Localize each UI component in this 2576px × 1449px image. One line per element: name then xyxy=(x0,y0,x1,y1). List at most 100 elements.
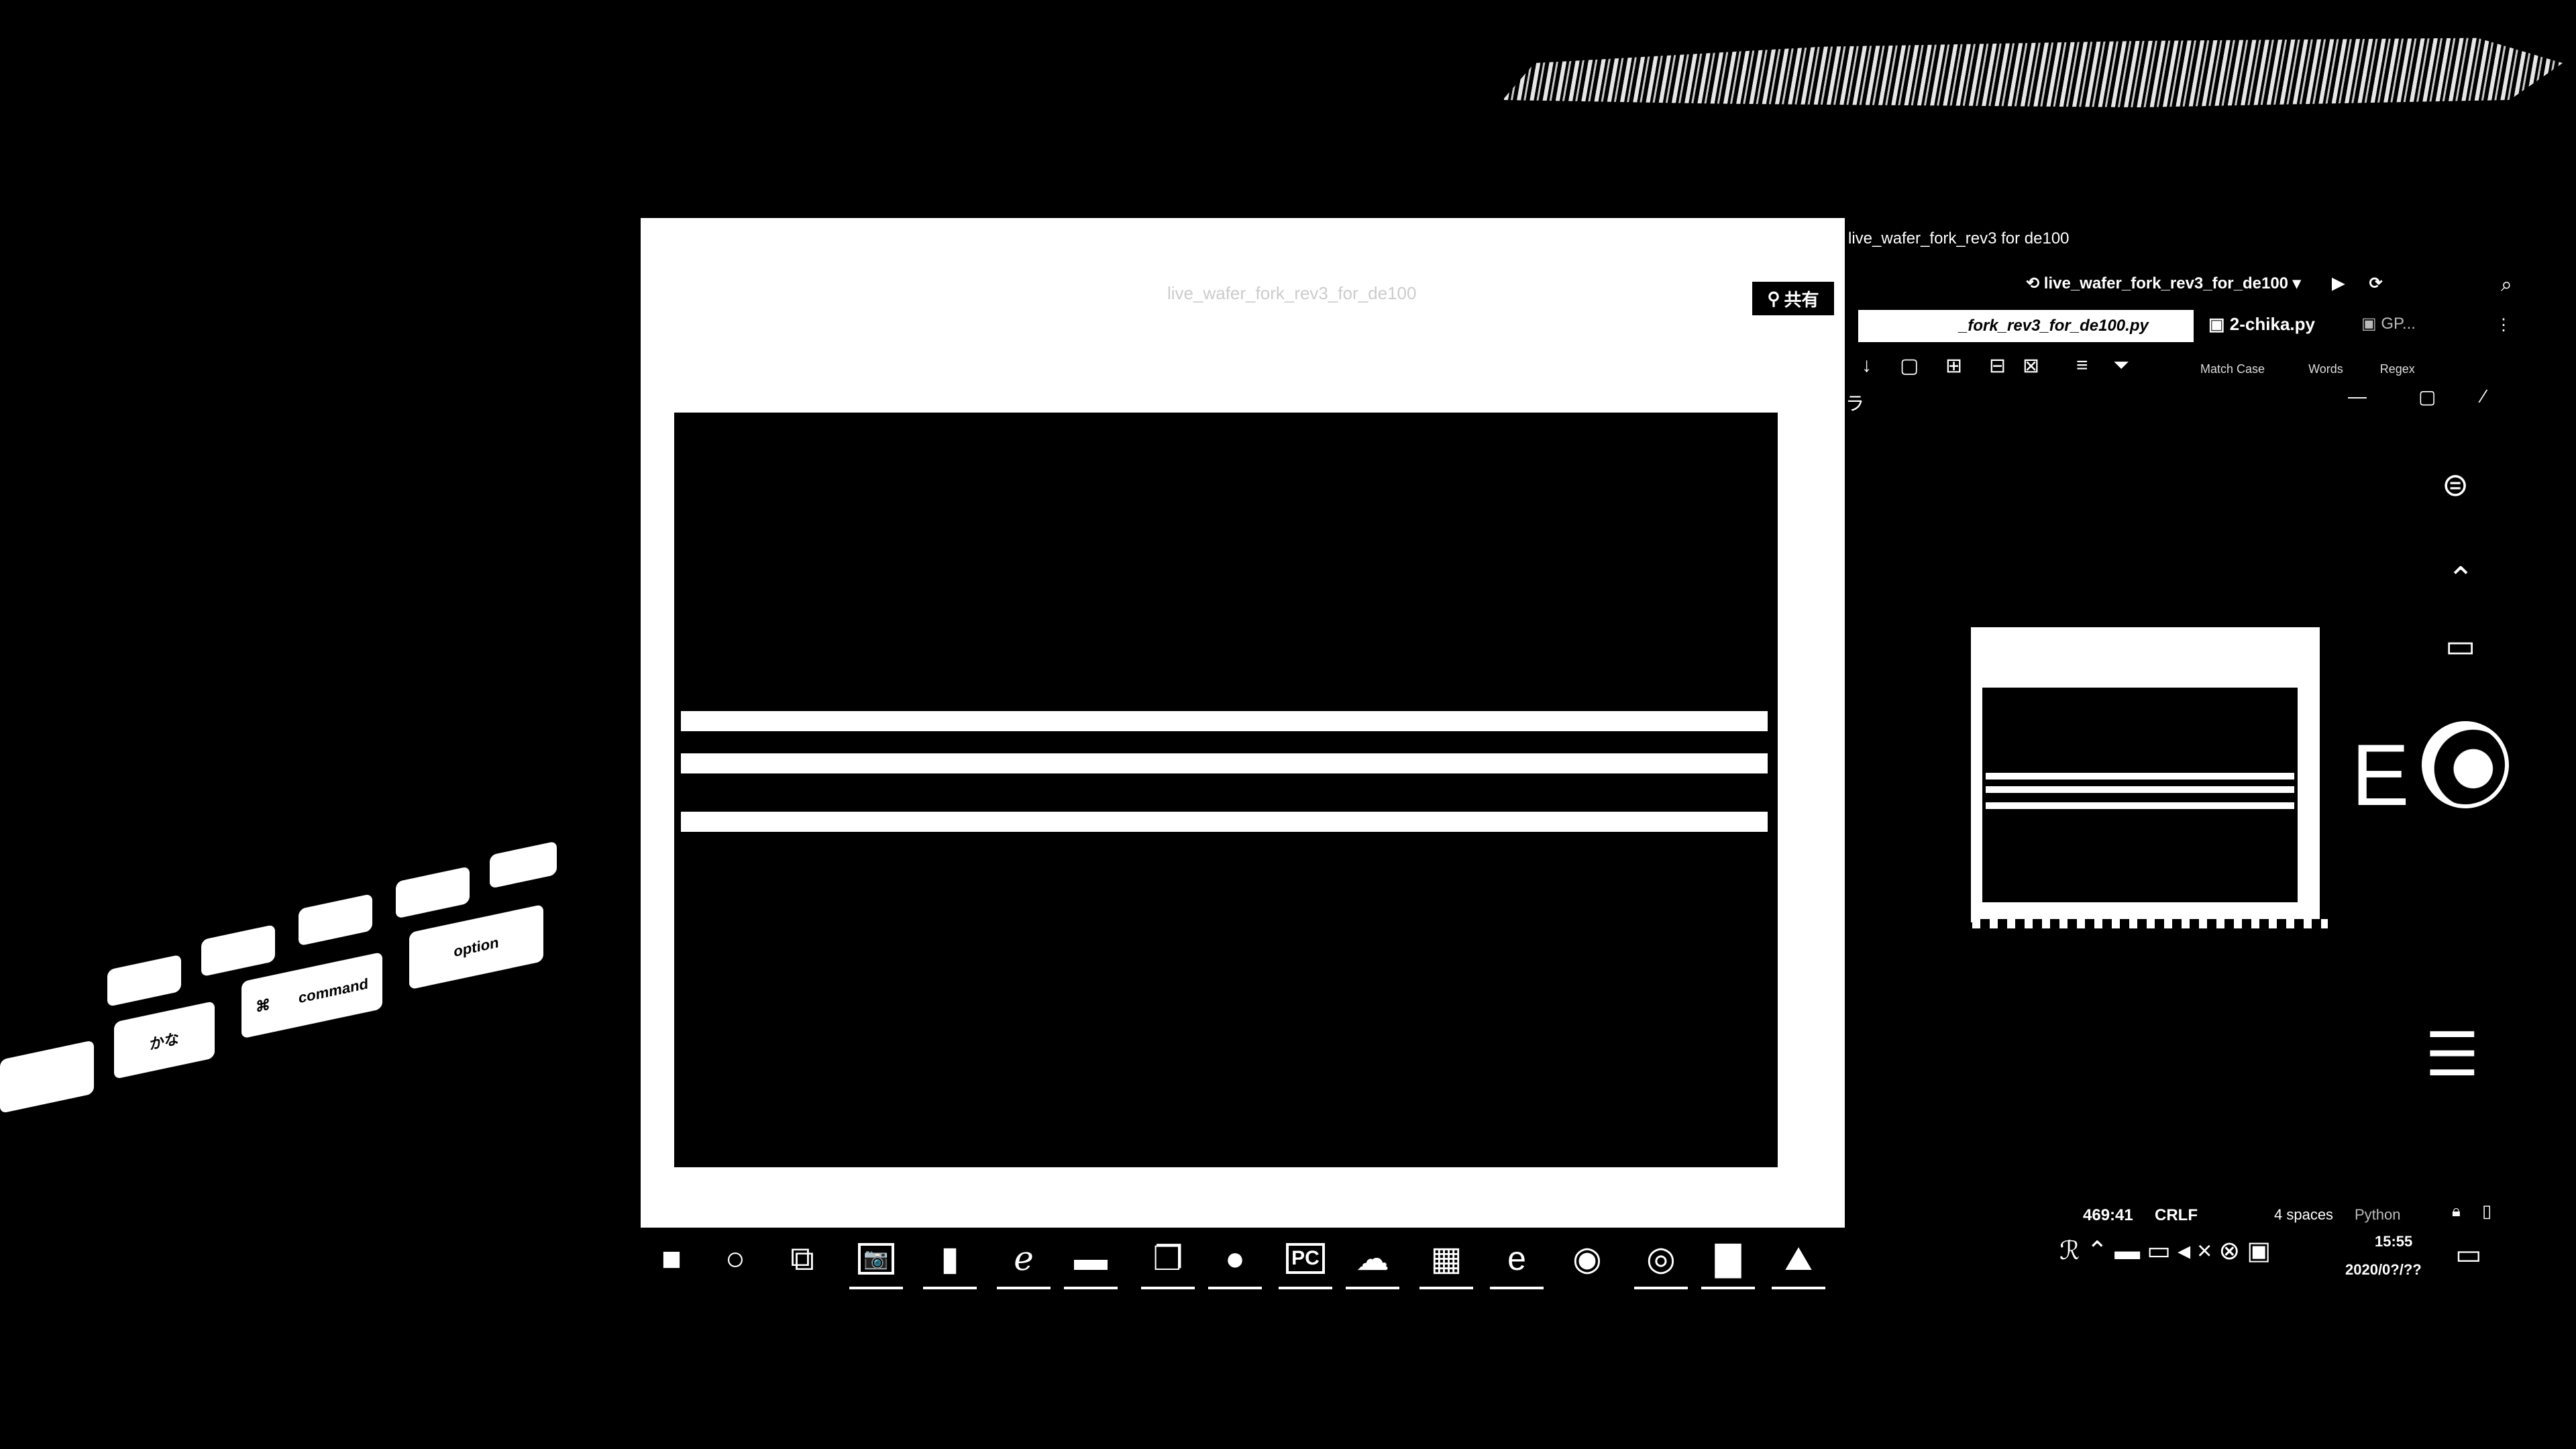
running-indicator xyxy=(1419,1287,1473,1289)
sync-icon[interactable]: ⊗ xyxy=(2218,1237,2247,1265)
editor-tab[interactable]: ▣ 2-chika.py xyxy=(2208,314,2315,335)
taskbar-camera[interactable]: 📷 xyxy=(845,1228,907,1289)
status-cursor-position[interactable]: 469:41 xyxy=(2083,1206,2133,1225)
volume-muted-icon[interactable]: ◂× xyxy=(2178,1237,2218,1265)
maximize-icon[interactable]: ▢ xyxy=(2418,386,2436,408)
bag-icon: ▇ xyxy=(1715,1240,1741,1277)
notifications-icon[interactable]: ▯ xyxy=(2482,1201,2491,1222)
running-indicator xyxy=(1279,1287,1332,1289)
clock-date[interactable]: 2020/0?/?? xyxy=(2345,1261,2422,1279)
pin-icon: ◉ xyxy=(1572,1240,1602,1277)
command-label: command xyxy=(299,974,368,1006)
person-icon[interactable]: ℛ xyxy=(2059,1237,2086,1265)
remove-cursor-icon[interactable]: ⊟ xyxy=(1989,354,2006,378)
edge-icon: e xyxy=(1507,1240,1526,1277)
taskbar-pycharm[interactable]: PC xyxy=(1275,1228,1336,1289)
lock-icon[interactable]: 🔒︎ xyxy=(2452,1202,2461,1221)
chevron-up-icon[interactable]: ⌃ xyxy=(2086,1237,2114,1265)
wrap-icon[interactable]: ≡ xyxy=(2076,354,2088,377)
debug-icon[interactable]: ⟳ xyxy=(2369,274,2383,292)
taskbar-windows-start[interactable]: ■ xyxy=(641,1228,702,1289)
keyboard: かな ⌘ command option xyxy=(0,841,577,1208)
mini-stripe xyxy=(1986,773,2294,780)
book-icon: ▮ xyxy=(941,1240,959,1277)
running-indicator xyxy=(1346,1287,1399,1289)
camera-switch-icon[interactable]: ⊜ xyxy=(2442,466,2469,504)
regex-toggle[interactable]: Regex xyxy=(2380,362,2415,376)
clock-time[interactable]: 15:55 xyxy=(2375,1233,2412,1250)
taskbar-cortana-search[interactable]: ○ xyxy=(704,1228,766,1289)
mini-stripe xyxy=(1986,786,2294,793)
stacked-windows-icon: ❐ xyxy=(1152,1240,1183,1277)
tab-label: 2-chika.py xyxy=(2229,314,2315,334)
more-tabs-icon[interactable]: ⋮ xyxy=(2496,315,2512,335)
running-indicator xyxy=(1208,1287,1262,1289)
keyboard-key xyxy=(0,1040,94,1114)
taskbar-internet-explorer[interactable]: ℯ xyxy=(993,1228,1055,1289)
preview-stripe xyxy=(681,812,1768,832)
minimize-icon[interactable]: — xyxy=(2348,386,2367,407)
run-config-label: live_wafer_fork_rev3_for_de100 xyxy=(2043,274,2289,292)
key-kana: かな xyxy=(114,1000,215,1079)
network-icon[interactable]: ▬ xyxy=(2114,1237,2147,1265)
ide-window-title: live_wafer_fork_rev3 for de100 xyxy=(1848,229,2070,248)
chevron-up-icon[interactable]: ⌃ xyxy=(2447,560,2474,598)
share-button[interactable]: ⚲ 共有 xyxy=(1752,282,1834,315)
taskbar-maps[interactable]: ◉ xyxy=(1556,1228,1618,1289)
photo-icon: ⛰ xyxy=(1784,1239,1813,1277)
run-icon[interactable]: ▶ xyxy=(2332,274,2344,292)
ie-icon: ℯ xyxy=(1014,1240,1034,1277)
taskbar-mushroom-app[interactable]: ☁ xyxy=(1342,1228,1403,1289)
taskbar-photos[interactable]: ⛰ xyxy=(1768,1228,1829,1289)
status-language[interactable]: Python xyxy=(2355,1206,2401,1224)
select-all-icon[interactable]: ⊠ xyxy=(2023,354,2039,378)
taskbar-chrome[interactable]: ◎ xyxy=(1630,1228,1692,1289)
system-tray: ℛ⌃▬▭◂×⊗▣ xyxy=(2059,1236,2277,1266)
chrome-icon: ◎ xyxy=(1646,1240,1676,1277)
pycharm-icon: PC xyxy=(1286,1243,1325,1274)
keyboard-key xyxy=(201,924,275,977)
editor-tab[interactable]: ▣ GP... xyxy=(2361,314,2416,333)
status-line-ending[interactable]: CRLF xyxy=(2155,1206,2198,1225)
folder-icon: ▬ xyxy=(1074,1240,1108,1277)
camera-preview xyxy=(674,413,1778,1167)
add-cursor-icon[interactable]: ⊞ xyxy=(1945,354,1962,378)
words-toggle[interactable]: Words xyxy=(2308,362,2343,376)
running-indicator xyxy=(1141,1287,1195,1289)
search-icon[interactable]: ⌕ xyxy=(2501,274,2512,297)
action-center-icon[interactable]: ▭ xyxy=(2455,1238,2482,1271)
match-case-toggle[interactable]: Match Case xyxy=(2200,362,2265,376)
taskbar-task-view[interactable]: ⧉ xyxy=(771,1228,833,1289)
select-icon[interactable]: ▢ xyxy=(1900,354,1919,378)
taskbar: ■ ○ ⧉ 📷 ▮ ℯ ▬ ❐ ● PC ☁ ▦ e ◉ ◎ ▇ ⛰ xyxy=(641,1228,1902,1295)
capture-button[interactable] xyxy=(2422,721,2509,808)
taskbar-file-explorer[interactable]: ▬ xyxy=(1060,1228,1122,1289)
taskbar-notebook[interactable]: ▮ xyxy=(919,1228,981,1289)
close-icon[interactable]: ⁄ xyxy=(2482,386,2485,407)
taskbar-calculator[interactable]: ▦ xyxy=(1415,1228,1477,1289)
taskbar-copy-app[interactable]: ❐ xyxy=(1137,1228,1199,1289)
taskbar-store[interactable]: ▇ xyxy=(1697,1228,1759,1289)
status-indent[interactable]: 4 spaces xyxy=(2274,1206,2333,1224)
keyboard-key xyxy=(396,866,470,919)
taskbar-chat-app[interactable]: ● xyxy=(1204,1228,1266,1289)
filter-icon[interactable]: ⏷ xyxy=(2113,354,2129,377)
python-file-icon: ▣ xyxy=(2361,315,2381,333)
command-symbol: ⌘ xyxy=(256,995,271,1016)
taskbar-edge[interactable]: e xyxy=(1486,1228,1548,1289)
running-indicator xyxy=(1634,1287,1688,1289)
mini-preview xyxy=(1982,688,2298,902)
keyboard-key xyxy=(299,894,372,947)
chevron-down-icon: ▾ xyxy=(2288,274,2301,292)
display-icon[interactable]: ▭ xyxy=(2147,1237,2178,1265)
python-file-icon: ▣ xyxy=(2208,314,2230,334)
editor-tab-active[interactable]: _fork_rev3_for_de100.py xyxy=(1858,310,2194,342)
arrow-down-icon[interactable]: ↓ xyxy=(1862,354,1872,377)
running-indicator xyxy=(923,1287,977,1289)
ime-icon[interactable]: ▣ xyxy=(2247,1237,2277,1265)
keyboard-key xyxy=(490,841,557,889)
window-title: live_wafer_fork_rev3_for_de100 xyxy=(1167,283,1417,303)
run-configuration-select[interactable]: ⟲ live_wafer_fork_rev3_for_de100 ▾ ▶ ⟳ xyxy=(2026,274,2383,293)
video-mode-icon[interactable]: ▭ xyxy=(2445,627,2475,665)
menu-icon[interactable]: ☰ xyxy=(2425,1020,2479,1090)
